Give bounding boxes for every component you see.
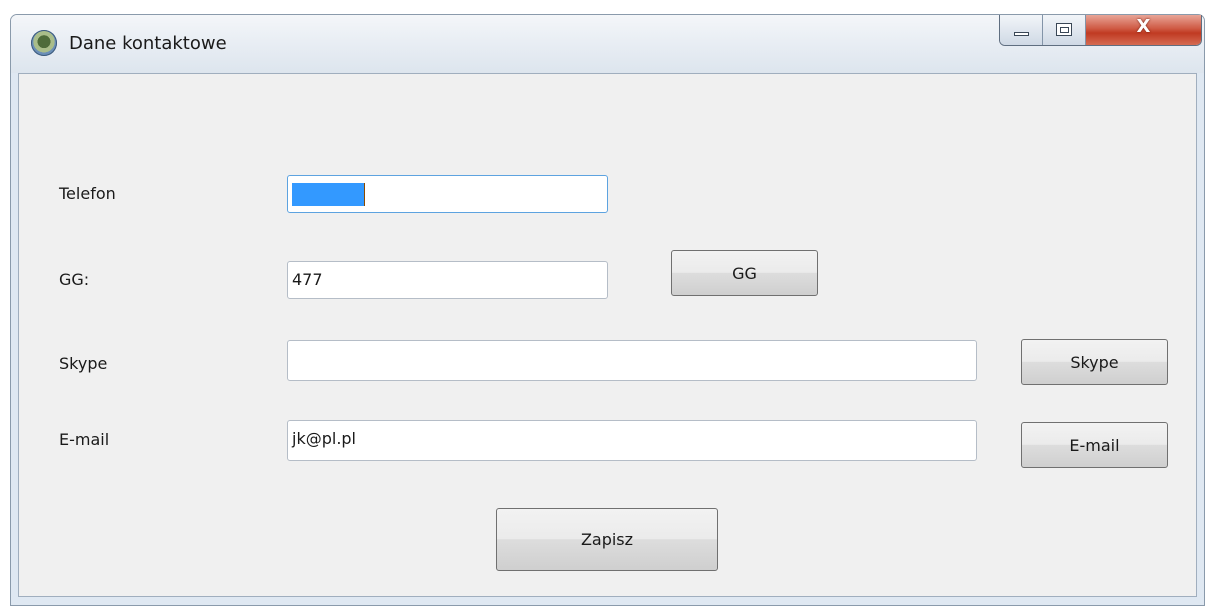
gg-value: 477	[292, 270, 323, 289]
email-value: jk@pl.pl	[292, 429, 356, 448]
gg-button[interactable]: GG	[671, 250, 818, 296]
email-button[interactable]: E-mail	[1021, 422, 1168, 468]
minimize-button[interactable]	[1000, 15, 1043, 45]
close-icon: X	[1136, 16, 1151, 37]
form-panel: Telefon GG: 477 GG Skype Skype E-mail jk…	[18, 73, 1197, 597]
text-selection	[292, 183, 364, 206]
close-button[interactable]: X	[1086, 15, 1201, 45]
skype-input[interactable]	[287, 340, 977, 381]
maximize-icon	[1056, 23, 1072, 36]
phone-label: Telefon	[59, 184, 116, 203]
minimize-icon	[1014, 32, 1029, 36]
title-bar[interactable]: Dane kontaktowe X	[11, 15, 1204, 73]
phone-input[interactable]	[287, 175, 608, 213]
maximize-button[interactable]	[1043, 15, 1086, 45]
gg-label: GG:	[59, 270, 90, 289]
window: Dane kontaktowe X Telefon GG: 477 GG Sky…	[10, 14, 1205, 606]
email-input[interactable]: jk@pl.pl	[287, 420, 977, 461]
skype-label: Skype	[59, 354, 108, 373]
caption-buttons: X	[999, 15, 1202, 46]
save-button[interactable]: Zapisz	[496, 508, 718, 571]
window-title: Dane kontaktowe	[69, 33, 227, 54]
email-label: E-mail	[59, 430, 110, 449]
text-caret	[364, 183, 365, 206]
gg-input[interactable]: 477	[287, 261, 608, 299]
skype-button[interactable]: Skype	[1021, 339, 1168, 385]
app-globe-icon[interactable]	[31, 30, 57, 56]
